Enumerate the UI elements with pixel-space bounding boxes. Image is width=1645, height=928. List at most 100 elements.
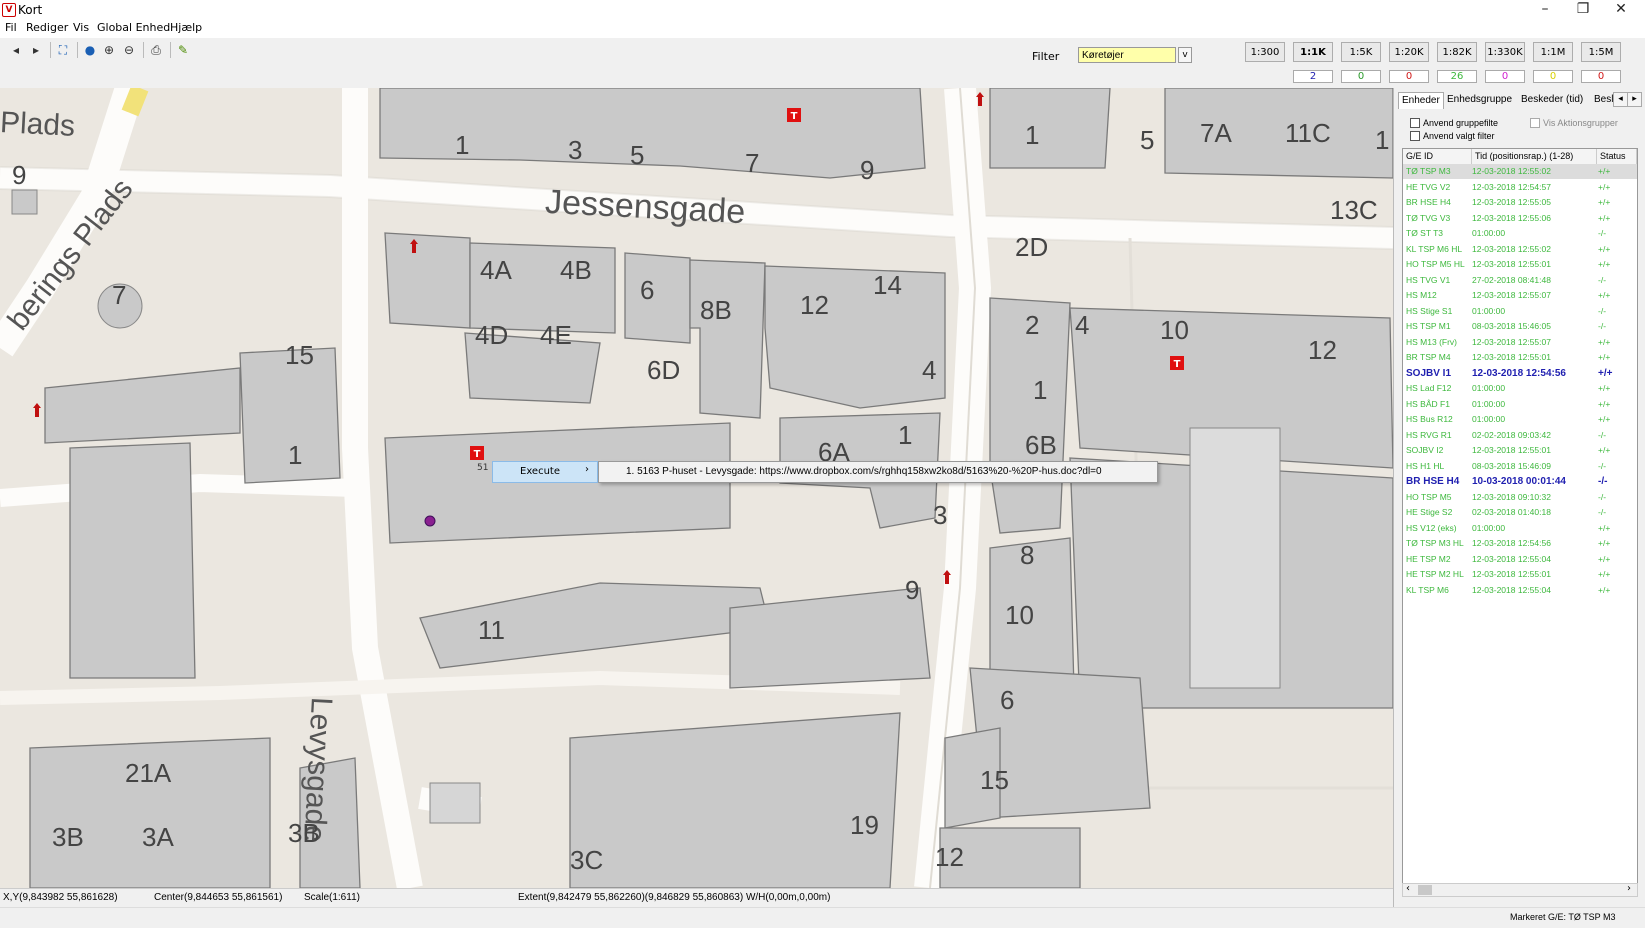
print-icon[interactable]: ⎙ — [148, 42, 164, 58]
submenu-item-link[interactable]: 1. 5163 P-huset - Levysgade: https://www… — [626, 466, 1102, 477]
table-row[interactable]: SOJBV I1 12-03-2018 12:54:56 +/+ — [1403, 366, 1637, 381]
table-row[interactable]: BR HSE H4 12-03-2018 12:55:05 +/+ — [1403, 195, 1637, 210]
app-icon: V — [2, 3, 16, 17]
scale-1-5k-button[interactable]: 1:5K — [1341, 42, 1381, 62]
street-name: Plads — [0, 106, 76, 143]
menu-hjaelp[interactable]: Hjælp — [170, 21, 202, 34]
forward-icon[interactable]: ▸ — [28, 42, 44, 58]
hydrant-icon[interactable] — [32, 403, 42, 417]
table-row[interactable]: HO TSP M5 HL 12-03-2018 12:55:01 +/+ — [1403, 257, 1637, 272]
map-view[interactable]: Jessensgade Levysgade berings Plads Plad… — [0, 88, 1393, 888]
scale-1-1k-button[interactable]: 1:1K — [1293, 42, 1333, 62]
table-row[interactable]: HS Lad F12 01:00:00 +/+ — [1403, 381, 1637, 396]
cell-status: +/+ — [1598, 398, 1611, 409]
cell-id: BR TSP M4 — [1406, 352, 1451, 362]
scale-1-330k-button[interactable]: 1:330K — [1485, 42, 1525, 62]
table-row[interactable]: KL TSP M6 HL 12-03-2018 12:55:02 +/+ — [1403, 242, 1637, 257]
table-row[interactable]: HS Stige S1 01:00:00 -/- — [1403, 304, 1637, 319]
scrollbar-thumb[interactable] — [1418, 885, 1432, 895]
hydrant-icon[interactable] — [409, 239, 419, 253]
tab-enhedsgruppe[interactable]: Enhedsgruppe — [1444, 92, 1515, 108]
house-number: 13C — [1330, 195, 1378, 225]
unit-position-icon[interactable] — [424, 515, 436, 527]
scale-1-1m-button[interactable]: 1:1M — [1533, 42, 1573, 62]
table-row[interactable]: SOJBV I2 12-03-2018 12:55:01 +/+ — [1403, 443, 1637, 458]
minimize-button[interactable]: – — [1526, 0, 1564, 20]
filter-dropdown-button[interactable]: v — [1178, 47, 1192, 63]
house-number: 6 — [640, 275, 655, 305]
table-row[interactable]: HS V12 (eks) 01:00:00 +/+ — [1403, 521, 1637, 536]
table-row[interactable]: HS Bus R12 01:00:00 +/+ — [1403, 412, 1637, 427]
table-row[interactable]: HS M12 12-03-2018 12:55:07 +/+ — [1403, 288, 1637, 303]
tab-next-button[interactable]: ▸ — [1627, 92, 1642, 107]
table-row[interactable]: TØ ST T3 01:00:00 -/- — [1403, 226, 1637, 241]
cell-status: -/- — [1598, 507, 1607, 517]
table-row[interactable]: TØ TVG V3 12-03-2018 12:55:06 +/+ — [1403, 211, 1637, 226]
scale-1-5m-button[interactable]: 1:5M — [1581, 42, 1621, 62]
tab-beskeder[interactable]: Beskeder (tid) — [1518, 92, 1586, 108]
tab-enheder[interactable]: Enheder — [1398, 92, 1444, 109]
table-row[interactable]: HS TSP M1 08-03-2018 15:46:05 -/- — [1403, 319, 1637, 334]
cell-status: +/+ — [1598, 553, 1611, 564]
house-number: 4 — [1075, 310, 1090, 340]
valgt-filter-checkbox[interactable] — [1410, 131, 1420, 141]
table-row[interactable]: HE Stige S2 02-03-2018 01:40:18 -/- — [1403, 505, 1637, 520]
menu-vis[interactable]: Vis — [73, 21, 89, 34]
filter-combobox[interactable]: Køretøjer — [1078, 47, 1176, 63]
table-row[interactable]: HS M13 (Frv) 12-03-2018 12:55:07 +/+ — [1403, 335, 1637, 350]
column-header-id[interactable]: G/E ID — [1403, 149, 1472, 164]
table-row[interactable]: BR TSP M4 12-03-2018 12:55:01 +/+ — [1403, 350, 1637, 365]
gruppefilter-checkbox[interactable] — [1410, 118, 1420, 128]
scroll-left-icon[interactable]: ‹ — [1406, 883, 1410, 894]
scale-1-20k-button[interactable]: 1:20K — [1389, 42, 1429, 62]
column-header-status[interactable]: Status — [1597, 149, 1637, 164]
column-header-time[interactable]: Tid (positionsrap.) (1-28) — [1472, 149, 1597, 164]
house-number: 19 — [850, 810, 879, 840]
house-number: 3B — [52, 822, 84, 852]
zoom-in-icon[interactable]: ⊕ — [101, 42, 117, 58]
aktionsgrupper-checkbox[interactable] — [1530, 118, 1540, 128]
table-row[interactable]: TØ TSP M3 12-03-2018 12:55:02 +/+ — [1403, 164, 1637, 180]
zoom-out-icon[interactable]: ⊖ — [121, 42, 137, 58]
close-button[interactable]: ✕ — [1602, 0, 1640, 20]
ruler-icon[interactable]: ✎ — [175, 42, 191, 58]
horizontal-scrollbar[interactable] — [1402, 883, 1638, 897]
table-row[interactable]: BR HSE H4 10-03-2018 00:01:44 -/- — [1403, 474, 1637, 489]
maximize-button[interactable]: ❐ — [1564, 0, 1602, 20]
table-row[interactable]: HS TVG V1 27-02-2018 08:41:48 -/- — [1403, 273, 1637, 288]
globe-icon[interactable]: ● — [82, 42, 98, 58]
cell-id: HS BÅD F1 — [1406, 398, 1450, 409]
table-row[interactable]: HS H1 HL 08-03-2018 15:46:09 -/- — [1403, 459, 1637, 474]
scroll-right-icon[interactable]: › — [1627, 883, 1631, 894]
menu-fil[interactable]: Fil — [5, 21, 17, 34]
house-number: 5 — [1140, 125, 1155, 155]
table-row[interactable]: HE TSP M2 HL 12-03-2018 12:55:01 +/+ — [1403, 567, 1637, 582]
table-row[interactable]: HS BÅD F1 01:00:00 +/+ — [1403, 397, 1637, 412]
back-icon[interactable]: ◂ — [8, 42, 24, 58]
scale-1-82k-button[interactable]: 1:82K — [1437, 42, 1477, 62]
scale-1-300-button[interactable]: 1:300 — [1245, 42, 1285, 62]
cell-time: 01:00:00 — [1472, 414, 1506, 424]
hydrant-icon[interactable] — [942, 570, 952, 584]
menu-rediger[interactable]: Rediger — [26, 21, 68, 34]
aktionsgrupper-label: Vis Aktionsgrupper — [1543, 118, 1618, 128]
count-badge: 0 — [1389, 70, 1429, 83]
map-marker-icon[interactable]: T — [787, 108, 801, 122]
table-row[interactable]: TØ TSP M3 HL 12-03-2018 12:54:56 +/+ — [1403, 536, 1637, 551]
table-row[interactable]: HE TVG V2 12-03-2018 12:54:57 +/+ — [1403, 180, 1637, 195]
hydrant-icon[interactable] — [975, 92, 985, 106]
cell-time: 12-03-2018 09:10:32 — [1472, 491, 1551, 502]
table-row[interactable]: HE TSP M2 12-03-2018 12:55:04 +/+ — [1403, 552, 1637, 567]
tab-prev-button[interactable]: ◂ — [1613, 92, 1628, 107]
layers-icon[interactable]: ⛶ — [55, 42, 71, 58]
cell-time: 01:00:00 — [1472, 305, 1506, 316]
count-badge: 26 — [1437, 70, 1477, 83]
house-number: 12 — [800, 290, 829, 320]
table-row[interactable]: HO TSP M5 12-03-2018 09:10:32 -/- — [1403, 490, 1637, 505]
menu-global-enhed[interactable]: Global Enhed — [97, 21, 170, 34]
cell-id: HS M13 (Frv) — [1406, 336, 1457, 347]
map-marker-icon[interactable]: T — [1170, 356, 1184, 370]
map-marker-icon[interactable]: T — [470, 446, 484, 460]
table-row[interactable]: KL TSP M6 12-03-2018 12:55:04 +/+ — [1403, 583, 1637, 598]
table-row[interactable]: HS RVG R1 02-02-2018 09:03:42 -/- — [1403, 428, 1637, 443]
